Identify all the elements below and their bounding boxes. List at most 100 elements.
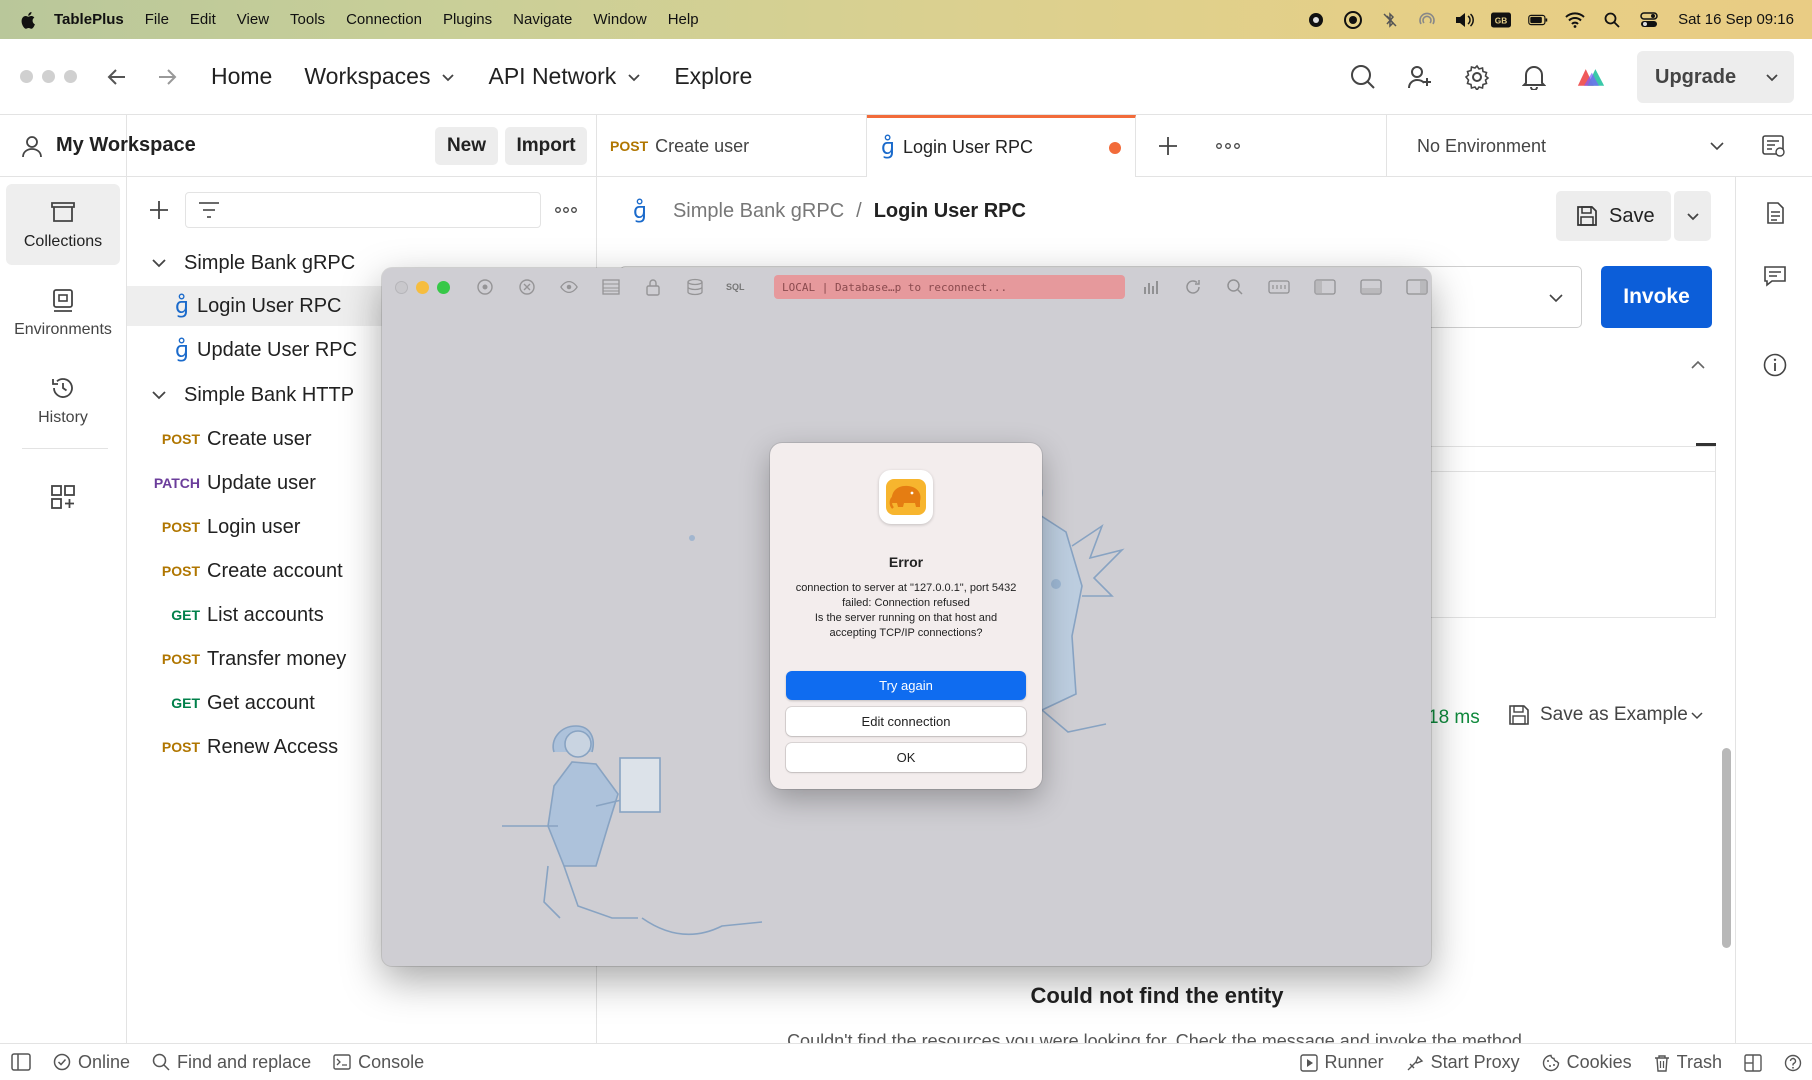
rail-history[interactable]: History (6, 360, 120, 441)
cookies-button[interactable]: Cookies (1542, 1052, 1632, 1073)
wifi-icon[interactable] (1565, 10, 1585, 30)
invoke-button[interactable]: Invoke (1601, 266, 1712, 328)
tab-login-user-rpc[interactable]: ɡ̊ Login User RPC (867, 115, 1136, 177)
console-button[interactable]: Console (333, 1052, 424, 1073)
save-options-dropdown[interactable] (1674, 191, 1711, 241)
menu-edit[interactable]: Edit (190, 11, 216, 28)
documentation-icon[interactable] (1763, 201, 1787, 225)
comments-icon[interactable] (1763, 264, 1787, 288)
screen-record-icon[interactable] (1343, 10, 1363, 30)
window-zoom-button[interactable] (64, 70, 77, 83)
apple-icon[interactable] (19, 10, 39, 30)
chart-icon[interactable] (1142, 278, 1160, 296)
new-button[interactable]: New (435, 127, 498, 165)
search-icon[interactable] (1349, 63, 1377, 91)
menu-window[interactable]: Window (593, 11, 646, 28)
rail-collections[interactable]: Collections (6, 184, 120, 265)
airdrop-icon[interactable] (1417, 10, 1437, 30)
info-icon[interactable] (1763, 353, 1787, 377)
runner-button[interactable]: Runner (1299, 1052, 1384, 1073)
add-icon[interactable] (147, 198, 171, 222)
settings-gear-icon[interactable] (1463, 63, 1491, 91)
message-editor[interactable] (1390, 443, 1716, 618)
toggle-bottom-panel-icon[interactable] (1360, 278, 1382, 296)
environment-selector[interactable]: No Environment (1386, 115, 1746, 177)
breadcrumb-current[interactable]: Login User RPC (874, 200, 1026, 223)
keyboard-layout-icon[interactable]: GB (1491, 10, 1512, 30)
preview-eye-icon[interactable] (560, 278, 578, 296)
nav-explore[interactable]: Explore (674, 63, 752, 90)
refresh-icon[interactable] (1184, 278, 1202, 296)
menu-navigate[interactable]: Navigate (513, 11, 572, 28)
find-replace-button[interactable]: Find and replace (152, 1052, 311, 1073)
toggle-sidebar-icon[interactable] (11, 1053, 31, 1071)
save-button[interactable]: Save (1556, 191, 1671, 241)
search-icon[interactable] (1226, 278, 1244, 296)
record-icon[interactable] (1306, 10, 1326, 30)
tableplus-zoom-button[interactable] (437, 280, 450, 294)
window-minimize-button[interactable] (42, 70, 55, 83)
toggle-right-panel-icon[interactable] (1406, 278, 1428, 296)
more-options-icon[interactable] (555, 206, 577, 214)
toggle-left-panel-icon[interactable] (1314, 278, 1336, 296)
breadcrumb-parent[interactable]: Simple Bank gRPC (673, 200, 844, 223)
volume-icon[interactable] (1454, 10, 1475, 30)
back-arrow-icon[interactable] (105, 65, 129, 89)
filter-search-input[interactable] (185, 192, 541, 228)
database-icon[interactable] (686, 278, 704, 296)
new-tab-icon[interactable] (1157, 135, 1179, 157)
menubar-clock[interactable]: Sat 16 Sep 09:16 (1678, 11, 1794, 28)
tab-create-user[interactable]: POST Create user (597, 115, 867, 177)
upgrade-button[interactable]: Upgrade (1637, 51, 1794, 103)
connection-icon[interactable] (476, 278, 494, 296)
control-center-icon[interactable] (1639, 10, 1659, 30)
ok-button[interactable]: OK (786, 743, 1026, 772)
tableplus-connection-status[interactable]: LOCAL | Database…p to reconnect... (774, 275, 1125, 299)
nav-home[interactable]: Home (211, 63, 272, 90)
menu-connection[interactable]: Connection (346, 11, 422, 28)
upgrade-label: Upgrade (1655, 65, 1737, 88)
menu-app-name[interactable]: TablePlus (54, 11, 124, 28)
battery-icon[interactable] (1528, 10, 1548, 30)
find-replace-label: Find and replace (177, 1051, 312, 1072)
import-button[interactable]: Import (505, 127, 587, 165)
online-status[interactable]: Online (53, 1052, 130, 1073)
window-close-button[interactable] (20, 70, 33, 83)
search-icon (152, 1053, 170, 1071)
response-scrollbar[interactable] (1722, 748, 1731, 948)
stop-icon[interactable] (518, 278, 536, 296)
nav-workspaces[interactable]: Workspaces (304, 63, 456, 90)
edit-connection-button[interactable]: Edit connection (786, 707, 1026, 736)
chevron-up-icon[interactable] (1689, 356, 1707, 374)
lock-icon[interactable] (644, 278, 662, 296)
menu-view[interactable]: View (237, 11, 269, 28)
environment-quick-look-icon[interactable] (1761, 133, 1787, 159)
notifications-bell-icon[interactable] (1520, 63, 1548, 91)
more-tabs-icon[interactable] (1216, 142, 1240, 150)
tableplus-minimize-button[interactable] (416, 280, 429, 294)
nav-api-network[interactable]: API Network (488, 63, 642, 90)
menu-tools[interactable]: Tools (290, 11, 325, 28)
invite-user-icon[interactable] (1406, 63, 1434, 91)
save-as-example-button[interactable]: Save as Example (1508, 704, 1704, 726)
trash-button[interactable]: Trash (1654, 1052, 1722, 1073)
rail-configure-workbench[interactable] (6, 467, 120, 527)
start-proxy-button[interactable]: Start Proxy (1406, 1052, 1520, 1073)
spotlight-icon[interactable] (1602, 10, 1622, 30)
rail-environments[interactable]: Environments (6, 272, 120, 353)
table-list-icon[interactable] (602, 278, 620, 296)
forward-arrow-icon[interactable] (155, 65, 179, 89)
sql-editor-label[interactable]: SQL (726, 282, 745, 292)
tab-label: Create user (655, 135, 750, 156)
bluetooth-off-icon[interactable] (1380, 10, 1400, 30)
menu-file[interactable]: File (145, 11, 169, 28)
tree-item-label: Get account (207, 691, 315, 714)
help-icon[interactable] (1784, 1054, 1802, 1072)
menu-plugins[interactable]: Plugins (443, 11, 492, 28)
try-again-button[interactable]: Try again (786, 671, 1026, 700)
brand-logo-icon[interactable] (1577, 63, 1605, 91)
tableplus-close-button[interactable] (395, 280, 408, 294)
query-log-icon[interactable] (1268, 278, 1290, 296)
menu-help[interactable]: Help (668, 11, 699, 28)
two-pane-layout-icon[interactable] (1744, 1053, 1762, 1072)
